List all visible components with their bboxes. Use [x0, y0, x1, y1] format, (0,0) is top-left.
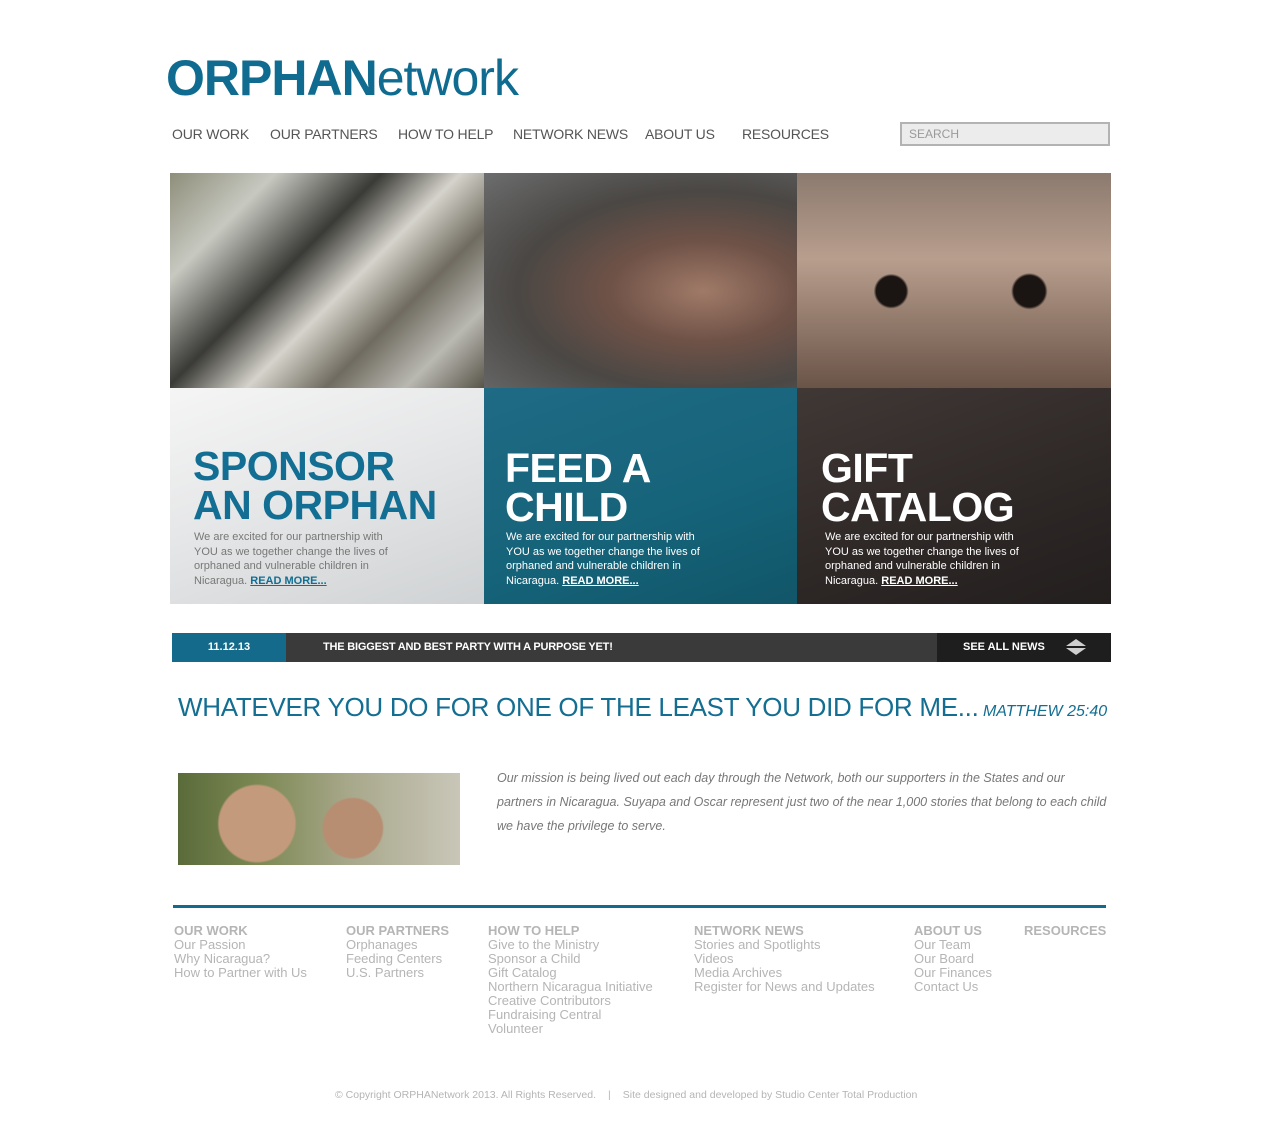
- footer-heading[interactable]: OUR PARTNERS: [346, 923, 449, 938]
- nav-network-news[interactable]: NETWORK NEWS: [513, 126, 628, 142]
- footer-link[interactable]: Orphanages: [346, 938, 449, 952]
- nav-resources[interactable]: RESOURCES: [742, 126, 829, 142]
- logo-light: etwork: [376, 50, 519, 106]
- read-more-link[interactable]: READ MORE...: [881, 575, 957, 587]
- footer-link[interactable]: Our Team: [914, 938, 992, 952]
- see-all-news-button[interactable]: SEE ALL NEWS: [937, 633, 1111, 662]
- hero-text: We are excited for our partnership with …: [506, 531, 700, 587]
- footer-link[interactable]: Creative Contributors: [488, 994, 653, 1008]
- footer-heading[interactable]: RESOURCES: [1024, 923, 1106, 938]
- footer-col-how-to-help: HOW TO HELP Give to the Ministry Sponsor…: [488, 923, 653, 1036]
- hero-title: SPONSOR AN ORPHAN: [193, 443, 437, 528]
- hero-caption: GIFT CATALOG We are excited for our partn…: [797, 388, 1111, 604]
- footer-link[interactable]: Why Nicaragua?: [174, 952, 307, 966]
- footer-col-about-us: ABOUT US Our Team Our Board Our Finances…: [914, 923, 992, 994]
- copyright-text: © Copyright ORPHANetwork 2013. All Right…: [335, 1089, 597, 1101]
- footer-link[interactable]: Give to the Ministry: [488, 938, 653, 952]
- hero-caption: FEED A CHILD We are excited for our partn…: [484, 388, 797, 604]
- search-input[interactable]: [900, 122, 1110, 146]
- footer-heading[interactable]: NETWORK NEWS: [694, 923, 875, 938]
- footer-link[interactable]: U.S. Partners: [346, 966, 449, 980]
- mission-photo: [178, 773, 460, 865]
- copyright-line: © Copyright ORPHANetwork 2013. All Right…: [335, 1089, 917, 1101]
- hero-panel-sponsor[interactable]: SPONSOR AN ORPHAN We are excited for our …: [170, 173, 484, 604]
- nav-about-us[interactable]: ABOUT US: [645, 126, 715, 142]
- child-eyes-photo: [797, 173, 1111, 388]
- news-headline[interactable]: THE BIGGEST AND BEST PARTY WITH A PURPOS…: [323, 633, 613, 662]
- footer-heading[interactable]: ABOUT US: [914, 923, 992, 938]
- footer-link[interactable]: Gift Catalog: [488, 966, 653, 980]
- footer-link[interactable]: Videos: [694, 952, 875, 966]
- hero-text: We are excited for our partnership with …: [194, 531, 388, 587]
- quote-text: WHATEVER YOU DO FOR ONE OF THE LEAST YOU…: [178, 692, 979, 722]
- credit-link[interactable]: Site designed and developed by Studio Ce…: [623, 1089, 918, 1101]
- hero-text: We are excited for our partnership with …: [825, 531, 1019, 587]
- footer-link[interactable]: Register for News and Updates: [694, 980, 875, 994]
- up-down-arrows-icon[interactable]: [1065, 638, 1087, 656]
- footer-col-our-partners: OUR PARTNERS Orphanages Feeding Centers …: [346, 923, 449, 980]
- hero-title: GIFT CATALOG: [821, 445, 1015, 530]
- footer-link[interactable]: Our Passion: [174, 938, 307, 952]
- footer-link[interactable]: Our Finances: [914, 966, 992, 980]
- hero-title: FEED A CHILD: [505, 445, 651, 530]
- footer-col-our-work: OUR WORK Our Passion Why Nicaragua? How …: [174, 923, 307, 980]
- child-hand-photo: [484, 173, 797, 388]
- quote-reference: MATTHEW 25:40: [982, 703, 1108, 720]
- footer-link[interactable]: Volunteer: [488, 1022, 653, 1036]
- see-all-news-label: SEE ALL NEWS: [963, 641, 1045, 653]
- footer-heading[interactable]: HOW TO HELP: [488, 923, 653, 938]
- logo-bold: ORPHAN: [166, 50, 378, 106]
- read-more-link[interactable]: READ MORE...: [250, 575, 326, 587]
- nav-our-partners[interactable]: OUR PARTNERS: [270, 126, 378, 142]
- read-more-link[interactable]: READ MORE...: [562, 575, 638, 587]
- footer-link[interactable]: Northern Nicaragua Initiative: [488, 980, 653, 994]
- hero-caption: SPONSOR AN ORPHAN We are excited for our …: [170, 388, 484, 604]
- footer-col-resources: RESOURCES: [1024, 923, 1106, 938]
- children-group-photo: [170, 173, 484, 388]
- footer-link[interactable]: Media Archives: [694, 966, 875, 980]
- nav-our-work[interactable]: OUR WORK: [172, 126, 249, 142]
- footer-heading[interactable]: OUR WORK: [174, 923, 307, 938]
- hero-panel-gift[interactable]: GIFT CATALOG We are excited for our partn…: [797, 173, 1111, 604]
- nav-how-to-help[interactable]: HOW TO HELP: [398, 126, 494, 142]
- scripture-quote: WHATEVER YOU DO FOR ONE OF THE LEAST YOU…: [178, 692, 1107, 723]
- hero-panel-feed[interactable]: FEED A CHILD We are excited for our partn…: [484, 173, 797, 604]
- site-logo[interactable]: ORPHANetwork: [166, 50, 519, 106]
- footer-link[interactable]: Contact Us: [914, 980, 992, 994]
- news-date: 11.12.13: [172, 633, 286, 662]
- footer-divider: [173, 905, 1106, 908]
- mission-text: Our mission is being lived out each day …: [497, 771, 1107, 833]
- footer-link[interactable]: Feeding Centers: [346, 952, 449, 966]
- hero-grid: SPONSOR AN ORPHAN We are excited for our …: [170, 173, 1111, 604]
- footer-link[interactable]: Sponsor a Child: [488, 952, 653, 966]
- footer-link[interactable]: Stories and Spotlights: [694, 938, 875, 952]
- footer-link[interactable]: How to Partner with Us: [174, 966, 307, 980]
- footer-col-network-news: NETWORK NEWS Stories and Spotlights Vide…: [694, 923, 875, 994]
- footer-link[interactable]: Fundraising Central: [488, 1008, 653, 1022]
- news-ticker: 11.12.13 THE BIGGEST AND BEST PARTY WITH…: [172, 633, 1111, 662]
- footer-link[interactable]: Our Board: [914, 952, 992, 966]
- separator: |: [608, 1089, 611, 1101]
